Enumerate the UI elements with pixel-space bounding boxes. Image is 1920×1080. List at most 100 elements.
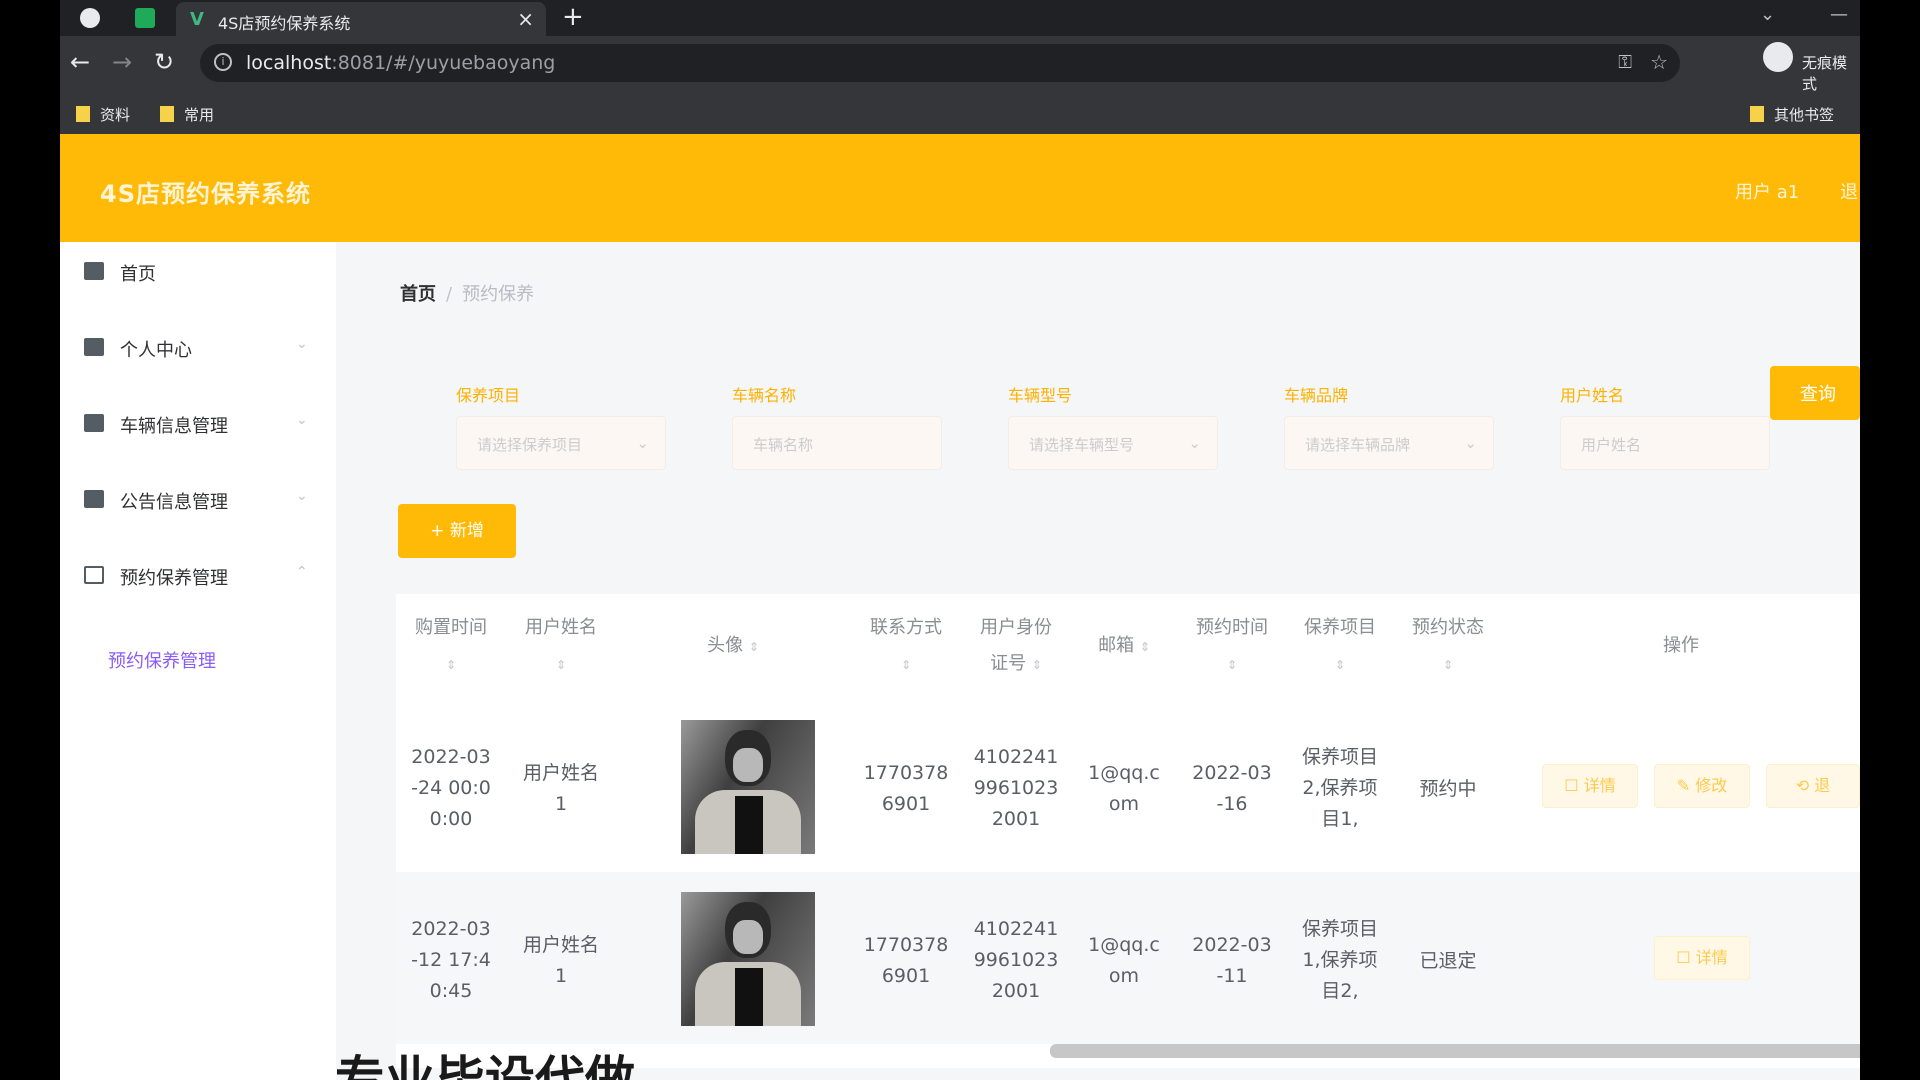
- screen: V 4S店预约保养系统 × + ⌄ — ← → ↻ i localhost:80…: [60, 0, 1860, 1080]
- sort-icon[interactable]: ⇕: [1227, 658, 1237, 672]
- col-header-email[interactable]: 邮箱 ⇕: [1070, 594, 1178, 700]
- folder-icon: [76, 106, 90, 122]
- chevron-down-icon: ⌄: [1188, 434, 1201, 452]
- add-button[interactable]: + 新增: [398, 504, 516, 558]
- chevron-down-icon: ⌄: [296, 412, 308, 428]
- sidebar-item-label: 预约保养管理: [120, 568, 228, 589]
- sidebar-item-label: 公告信息管理: [120, 492, 228, 513]
- col-header-user-name[interactable]: 用户姓名 ⇕: [506, 594, 616, 700]
- col-header-contact[interactable]: 联系方式 ⇕: [850, 594, 962, 700]
- chevron-down-icon: ⌄: [296, 488, 308, 504]
- sidebar-subitem-appointments[interactable]: 预约保养管理: [108, 647, 216, 673]
- chevron-down-icon: ⌄: [296, 336, 308, 352]
- notice-icon: [84, 490, 104, 508]
- app-header: 4S店预约保养系统 用户 a1 退: [60, 134, 1860, 242]
- cell-item: 保养项目 2,保养项 目1,: [1301, 746, 1378, 830]
- cell-user-name: 用户姓名 1: [522, 934, 599, 987]
- breadcrumb-home[interactable]: 首页: [400, 284, 436, 305]
- sort-icon[interactable]: ⇕: [1140, 640, 1150, 654]
- avatar[interactable]: [681, 720, 815, 854]
- sidebar-item-label: 个人中心: [120, 340, 192, 361]
- browser-tab-active[interactable]: V 4S店预约保养系统 ×: [176, 2, 546, 36]
- item-select[interactable]: 请选择保养项目 ⌄: [456, 416, 666, 470]
- forward-icon[interactable]: →: [112, 48, 132, 76]
- user-name-input[interactable]: 用户姓名: [1560, 416, 1770, 470]
- col-header-id-card[interactable]: 用户身份 证号 ⇕: [962, 594, 1070, 700]
- header-user: 用户 a1: [1735, 182, 1800, 203]
- bookmark-folder[interactable]: 资料: [76, 104, 130, 125]
- cell-item: 保养项目 1,保养项 目2,: [1301, 918, 1378, 1002]
- sidebar-item-notices[interactable]: 公告信息管理 ⌄: [60, 470, 336, 530]
- col-header-item[interactable]: 保养项目 ⇕: [1286, 594, 1394, 700]
- cell-contact: 1770378 6901: [863, 934, 949, 987]
- sort-icon[interactable]: ⇕: [1032, 658, 1042, 672]
- logout-link[interactable]: 退: [1840, 178, 1858, 204]
- col-header-avatar[interactable]: 头像 ⇕: [616, 594, 850, 700]
- new-tab-button[interactable]: +: [562, 2, 584, 32]
- detail-button[interactable]: ☐ 详情: [1654, 936, 1750, 980]
- appointments-table: 购置时间 ⇕ 用户姓名 ⇕ 头像 ⇕ 联系方式 ⇕ 用户身份 证号 ⇕ 邮箱 ⇕ 预约时…: [396, 594, 1860, 1068]
- sort-icon[interactable]: ⇕: [1443, 658, 1453, 672]
- minimize-icon[interactable]: —: [1830, 4, 1848, 25]
- incognito-icon[interactable]: [1763, 42, 1793, 72]
- browser-tabbar: V 4S店预约保养系统 × + ⌄ —: [60, 0, 1860, 36]
- tab-search-icon[interactable]: ⌄: [1760, 4, 1775, 25]
- other-bookmarks[interactable]: 其他书签: [1750, 104, 1834, 125]
- cell-contact: 1770378 6901: [863, 762, 949, 815]
- cancel-button[interactable]: ⟲ 退: [1766, 764, 1860, 808]
- vehicle-name-input[interactable]: 车辆名称: [732, 416, 942, 470]
- col-header-ops: 操作: [1663, 635, 1699, 656]
- filter-label: 保养项目: [456, 386, 521, 405]
- cell-status: 预约中: [1419, 778, 1477, 800]
- sidebar-item-home[interactable]: 首页: [60, 242, 336, 302]
- col-header-status[interactable]: 预约状态 ⇕: [1394, 594, 1502, 700]
- key-icon[interactable]: ⚿: [1618, 52, 1632, 73]
- address-bar[interactable]: i localhost:8081/#/yuyuebaoyang ⚿ ☆: [200, 44, 1680, 82]
- sidebar-item-appointments[interactable]: 预约保养管理 ⌃: [60, 546, 336, 606]
- bookmark-folder[interactable]: 常用: [160, 104, 214, 125]
- search-button[interactable]: 查询: [1770, 366, 1860, 420]
- back-icon[interactable]: ←: [70, 48, 90, 76]
- col-header-appoint-time[interactable]: 预约时间 ⇕: [1178, 594, 1286, 700]
- horizontal-scrollbar[interactable]: [1050, 1044, 1860, 1058]
- detail-button[interactable]: ☐ 详情: [1542, 764, 1638, 808]
- col-header-purchase-time[interactable]: 购置时间 ⇕: [396, 594, 506, 700]
- sort-icon[interactable]: ⇕: [446, 658, 456, 672]
- sort-icon[interactable]: ⇕: [749, 640, 759, 654]
- filter-label: 车辆名称: [732, 386, 797, 405]
- cell-status: 已退定: [1419, 950, 1477, 972]
- sidebar-item-profile[interactable]: 个人中心 ⌄: [60, 318, 336, 378]
- main-content: 首页 / 预约保养 保养项目 请选择保养项目 ⌄ 车辆名称 车辆名称 车辆型号 请选择…: [336, 242, 1860, 1080]
- user-icon: [84, 338, 104, 356]
- vue-icon: V: [190, 9, 204, 30]
- sidebar-item-label: 车辆信息管理: [120, 416, 228, 437]
- app-tab-icon[interactable]: [135, 8, 155, 28]
- edit-button[interactable]: ✎ 修改: [1654, 764, 1750, 808]
- cell-email: 1@qq.c om: [1088, 762, 1160, 815]
- sort-icon[interactable]: ⇕: [556, 658, 566, 672]
- chevron-up-icon: ⌃: [296, 564, 308, 580]
- sort-icon[interactable]: ⇕: [901, 658, 911, 672]
- cell-appoint-time: 2022-03 -11: [1192, 934, 1272, 987]
- breadcrumb-current: 预约保养: [462, 284, 535, 305]
- filter-label: 车辆品牌: [1284, 386, 1349, 405]
- table-row: 2022-03 -24 00:0 0:00 用户姓名 1 1770378 6901 41…: [396, 700, 1860, 872]
- sidebar-item-label: 首页: [120, 264, 156, 285]
- cell-purchase-time: 2022-03 -12 17:4 0:45: [411, 918, 491, 1002]
- breadcrumb-separator: /: [446, 284, 453, 305]
- globe-icon[interactable]: [80, 8, 100, 28]
- cell-user-name: 用户姓名 1: [522, 762, 599, 815]
- reload-icon[interactable]: ↻: [154, 48, 174, 76]
- sidebar-item-vehicles[interactable]: 车辆信息管理 ⌄: [60, 394, 336, 454]
- filter-label: 车辆型号: [1008, 386, 1073, 405]
- model-select[interactable]: 请选择车辆型号 ⌄: [1008, 416, 1218, 470]
- avatar[interactable]: [681, 892, 815, 1026]
- star-icon[interactable]: ☆: [1650, 50, 1668, 74]
- profile-label[interactable]: 无痕模式: [1802, 52, 1860, 94]
- home-icon: [84, 262, 104, 280]
- chevron-down-icon: ⌄: [636, 434, 649, 452]
- brand-select[interactable]: 请选择车辆品牌 ⌄: [1284, 416, 1494, 470]
- sort-icon[interactable]: ⇕: [1335, 658, 1345, 672]
- site-info-icon[interactable]: i: [214, 53, 232, 71]
- tab-close-icon[interactable]: ×: [517, 7, 534, 31]
